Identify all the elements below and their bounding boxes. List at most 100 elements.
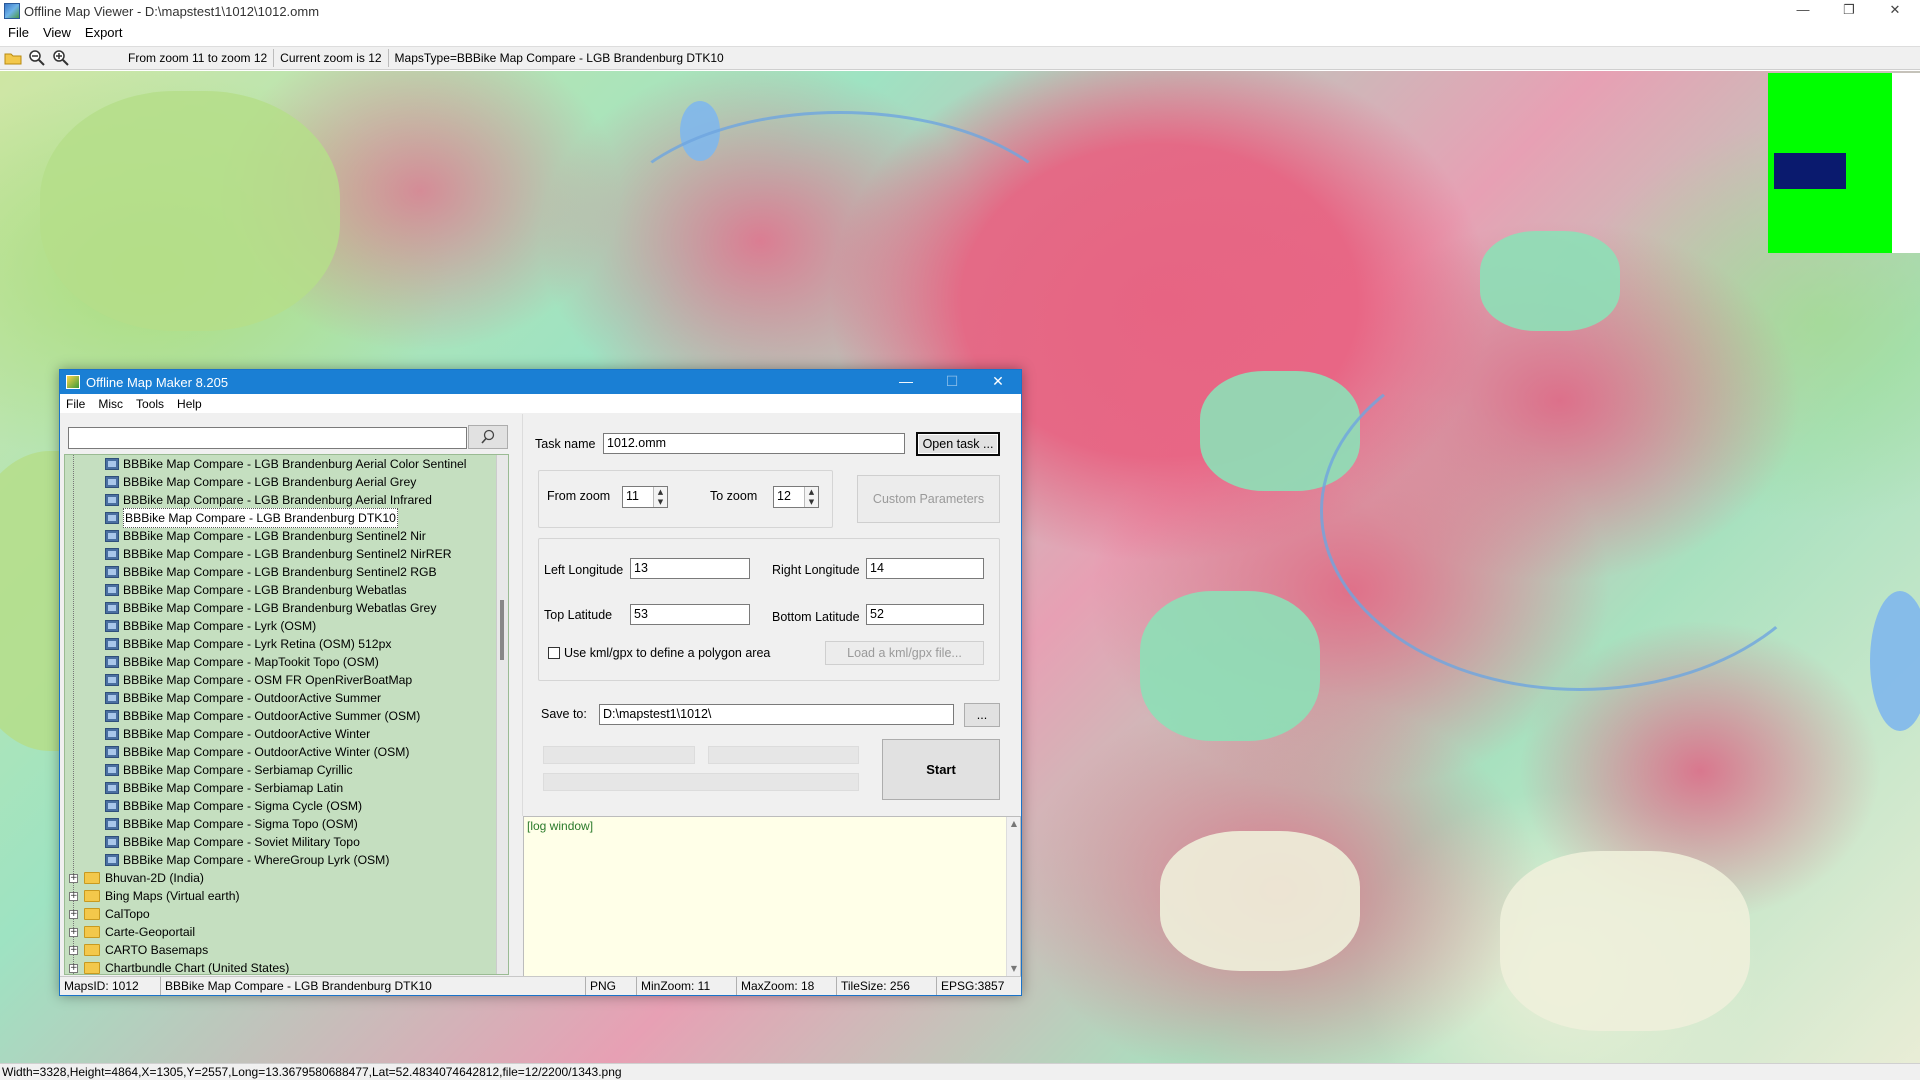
tree-leaf-label: BBBike Map Compare - Lyrk Retina (OSM) 5… (123, 637, 392, 651)
expand-icon[interactable]: + (69, 963, 78, 973)
right-longitude-input[interactable]: 14 (866, 558, 984, 579)
tree-leaf-item[interactable]: BBBike Map Compare - Sigma Topo (OSM) (105, 815, 358, 833)
to-zoom-stepper[interactable]: 12 ▲ ▼ (773, 486, 819, 508)
map-river (1320, 331, 1840, 691)
tree-leaf-item[interactable]: BBBike Map Compare - LGB Brandenburg Aer… (105, 473, 416, 491)
tree-folder-item[interactable]: + CalTopo (69, 905, 150, 923)
tree-leaf-item[interactable]: BBBike Map Compare - LGB Brandenburg DTK… (105, 508, 398, 528)
tree-leaf-item[interactable]: BBBike Map Compare - LGB Brandenburg Sen… (105, 545, 452, 563)
open-task-button[interactable]: Open task ... (916, 432, 1000, 456)
expand-icon[interactable]: + (69, 909, 78, 919)
zoom-in-icon[interactable] (52, 49, 70, 67)
tree-folder-item[interactable]: + Bhuvan-2D (India) (69, 869, 204, 887)
use-kml-checkbox[interactable] (548, 647, 560, 659)
dialog-close-button[interactable]: ✕ (975, 370, 1021, 394)
expand-icon[interactable]: + (69, 927, 78, 937)
start-button[interactable]: Start (882, 739, 1000, 800)
menu-view[interactable]: View (43, 25, 71, 40)
overview-viewport[interactable] (1774, 153, 1846, 189)
map-layer-icon (105, 728, 119, 740)
tree-leaf-item[interactable]: BBBike Map Compare - Sigma Cycle (OSM) (105, 797, 362, 815)
tree-leaf-item[interactable]: BBBike Map Compare - LGB Brandenburg Web… (105, 599, 436, 617)
map-overview[interactable] (1768, 73, 1920, 253)
custom-parameters-button[interactable]: Custom Parameters (857, 475, 1000, 523)
tree-leaf-item[interactable]: BBBike Map Compare - OutdoorActive Summe… (105, 689, 381, 707)
from-zoom-stepper[interactable]: 11 ▲ ▼ (622, 486, 668, 508)
tree-folder-item[interactable]: + CARTO Basemaps (69, 941, 208, 959)
top-latitude-label: Top Latitude (544, 608, 613, 622)
tree-leaf-item[interactable]: BBBike Map Compare - LGB Brandenburg Aer… (105, 455, 466, 473)
tree-folder-item[interactable]: + Carte-Geoportail (69, 923, 195, 941)
restore-button[interactable]: ❐ (1826, 0, 1872, 22)
tree-leaf-label: BBBike Map Compare - OutdoorActive Winte… (123, 745, 410, 759)
tree-leaf-item[interactable]: BBBike Map Compare - WhereGroup Lyrk (OS… (105, 851, 389, 869)
top-latitude-input[interactable]: 53 (630, 604, 750, 625)
open-folder-icon[interactable] (4, 49, 22, 67)
dialog-maximize-button[interactable]: ☐ (929, 370, 975, 394)
from-zoom-label: From zoom (547, 489, 611, 503)
tree-leaf-item[interactable]: BBBike Map Compare - OutdoorActive Winte… (105, 725, 370, 743)
map-search-input[interactable] (68, 427, 467, 449)
log-scroll-down-icon[interactable]: ▼ (1007, 962, 1021, 976)
tree-folder-label: CalTopo (105, 907, 150, 921)
tree-leaf-item[interactable]: BBBike Map Compare - MapTookit Topo (OSM… (105, 653, 379, 671)
tree-leaf-item[interactable]: BBBike Map Compare - Soviet Military Top… (105, 833, 360, 851)
save-to-input[interactable]: D:\mapstest1\1012\ (599, 704, 954, 725)
map-layer-icon (105, 710, 119, 722)
folder-icon (84, 926, 100, 938)
expand-icon[interactable]: + (69, 945, 78, 955)
search-button[interactable] (468, 425, 508, 449)
tree-leaf-item[interactable]: BBBike Map Compare - Lyrk (OSM) (105, 617, 316, 635)
dialog-menu-help[interactable]: Help (177, 397, 202, 411)
current-zoom-text: Current zoom is 12 (274, 49, 389, 67)
tree-scrollbar-thumb[interactable] (500, 600, 504, 660)
expand-icon[interactable]: + (69, 891, 78, 901)
tree-leaf-item[interactable]: BBBike Map Compare - LGB Brandenburg Aer… (105, 491, 432, 509)
tree-leaf-item[interactable]: BBBike Map Compare - Serbiamap Cyrillic (105, 761, 353, 779)
task-name-input[interactable]: 1012.omm (603, 433, 905, 454)
dialog-menu-misc[interactable]: Misc (98, 397, 123, 411)
tree-leaf-label: BBBike Map Compare - LGB Brandenburg Web… (123, 601, 437, 615)
tree-leaf-item[interactable]: BBBike Map Compare - LGB Brandenburg Web… (105, 581, 407, 599)
bottom-latitude-input[interactable]: 52 (866, 604, 984, 625)
menu-file[interactable]: File (8, 25, 29, 40)
tree-scrollbar[interactable] (496, 455, 508, 974)
log-window[interactable]: [log window] ▲ ▼ (523, 816, 1021, 977)
tree-leaf-item[interactable]: BBBike Map Compare - Serbiamap Latin (105, 779, 343, 797)
tree-folder-item[interactable]: + Chartbundle Chart (United States) (69, 959, 289, 974)
tree-leaf-item[interactable]: BBBike Map Compare - LGB Brandenburg Sen… (105, 563, 437, 581)
map-tree[interactable]: BBBike Map Compare - LGB Brandenburg Aer… (64, 454, 509, 975)
map-layer-icon (105, 692, 119, 704)
log-scroll-up-icon[interactable]: ▲ (1007, 817, 1021, 831)
tree-leaf-item[interactable]: BBBike Map Compare - OutdoorActive Winte… (105, 743, 410, 761)
menu-export[interactable]: Export (85, 25, 123, 40)
tree-leaf-item[interactable]: BBBike Map Compare - LGB Brandenburg Sen… (105, 527, 426, 545)
dialog-menu-tools[interactable]: Tools (136, 397, 164, 411)
dialog-titlebar[interactable]: Offline Map Maker 8.205 — ☐ ✕ (60, 370, 1021, 394)
dialog-menu-file[interactable]: File (66, 397, 85, 411)
tree-leaf-label: BBBike Map Compare - LGB Brandenburg Aer… (123, 457, 467, 471)
tree-leaf-label: BBBike Map Compare - LGB Brandenburg Aer… (123, 475, 417, 489)
folder-icon (84, 908, 100, 920)
zoom-out-icon[interactable] (28, 49, 46, 67)
close-button[interactable]: ✕ (1872, 0, 1918, 22)
expand-icon[interactable]: + (69, 873, 78, 883)
log-scrollbar[interactable]: ▲ ▼ (1006, 817, 1020, 976)
dialog-minimize-button[interactable]: — (883, 370, 929, 394)
browse-button[interactable]: ... (964, 703, 1000, 727)
from-zoom-arrows[interactable]: ▲ ▼ (653, 487, 667, 507)
status-maps-id: MapsID: 1012 (60, 977, 161, 995)
load-kml-button[interactable]: Load a kml/gpx file... (825, 641, 984, 665)
status-epsg: EPSG:3857 (941, 979, 1005, 993)
tree-folder-item[interactable]: + Bing Maps (Virtual earth) (69, 887, 240, 905)
to-zoom-arrows[interactable]: ▲ ▼ (804, 487, 818, 507)
minimize-button[interactable]: — (1780, 0, 1826, 22)
map-lake (1870, 591, 1920, 731)
tree-leaf-item[interactable]: BBBike Map Compare - OutdoorActive Summe… (105, 707, 420, 725)
tree-leaf-item[interactable]: BBBike Map Compare - Lyrk Retina (OSM) 5… (105, 635, 391, 653)
tree-leaf-item[interactable]: BBBike Map Compare - OSM FR OpenRiverBoa… (105, 671, 412, 689)
left-longitude-label: Left Longitude (544, 563, 624, 577)
right-longitude-label: Right Longitude (772, 563, 860, 577)
status-tile-size: TileSize: 256 (837, 977, 937, 995)
left-longitude-input[interactable]: 13 (630, 558, 750, 579)
